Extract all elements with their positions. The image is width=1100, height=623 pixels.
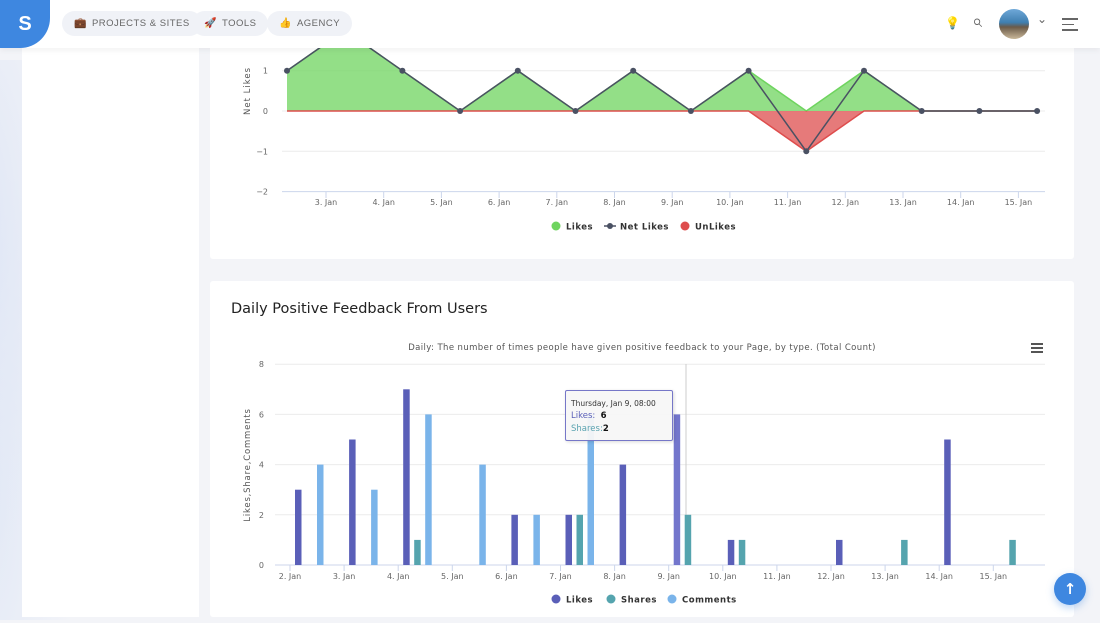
lightbulb-icon[interactable]: 💡 [945,16,960,30]
nav-projects-sites[interactable]: 💼 PROJECTS & SITES [62,11,202,36]
tooltip-likes-label: Likes: [571,411,596,421]
positive-feedback-card: Daily Positive Feedback From Users [210,281,1074,617]
tooltip-header: Thursday, Jan 9, 08:00 [571,399,656,408]
nav-tools[interactable]: 🚀 TOOLS [192,11,269,36]
chart-tooltip: Thursday, Jan 9, 08:00 Likes: 6 Shares:2 [565,390,673,441]
nav-label: AGENCY [296,18,341,29]
app-logo[interactable]: S [0,0,50,48]
search-icon[interactable]: ⌕ [972,11,982,32]
top-bar: S 💼 PROJECTS & SITES 🚀 TOOLS 👍 AGENCY 💡 … [0,0,1100,48]
net-likes-card [210,40,1074,259]
tooltip-likes-value: 6 [600,411,607,421]
chevron-down-icon[interactable]: ⌄ [1037,12,1047,26]
chart-menu-icon[interactable] [1031,343,1043,355]
card-title: Daily Positive Feedback From Users [231,301,488,317]
thumbs-up-icon: 👍 [279,18,292,29]
tooltip-shares-label: Shares: [571,424,603,434]
briefcase-icon: 💼 [74,18,87,29]
sidebar-panel [22,48,199,617]
scroll-to-top-button[interactable]: ↑ [1054,573,1086,605]
rocket-icon: 🚀 [204,18,217,29]
nav-label: PROJECTS & SITES [91,18,190,29]
tooltip-shares-value: 2 [602,424,609,434]
nav-agency[interactable]: 👍 AGENCY [267,11,353,36]
hamburger-menu-icon[interactable] [1062,18,1078,35]
nav-label: TOOLS [221,18,257,29]
user-avatar[interactable] [999,9,1029,39]
logo-letter: S [18,12,32,35]
